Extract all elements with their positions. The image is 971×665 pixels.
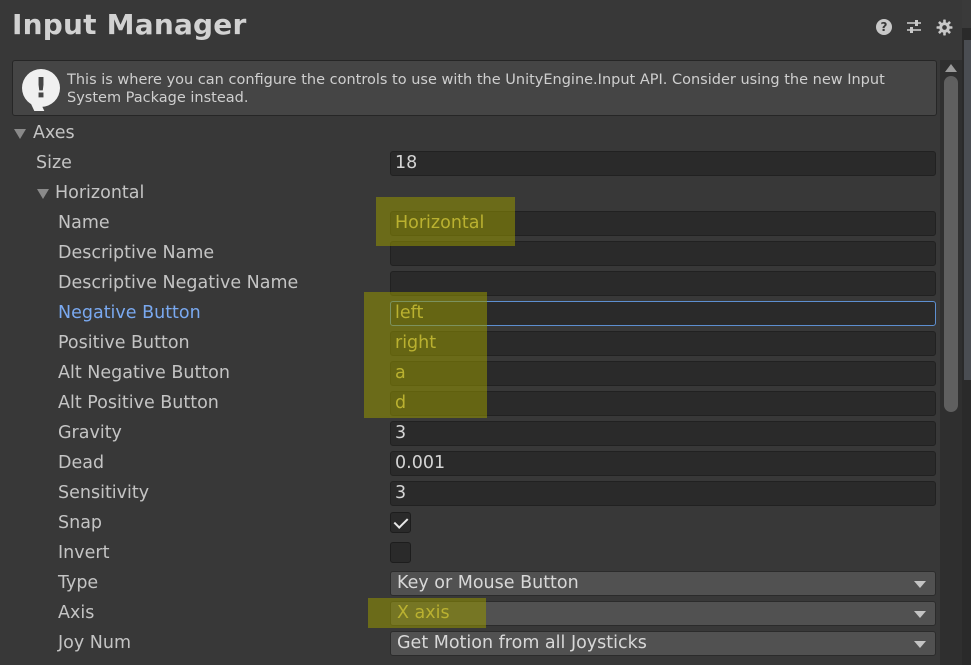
invert-checkbox[interactable] xyxy=(390,542,411,563)
name-label: Name xyxy=(58,213,110,233)
header-icons: ? xyxy=(875,18,953,36)
name-row: Name Horizontal xyxy=(0,209,971,239)
snap-row: Snap xyxy=(0,509,971,539)
positive-button-label: Positive Button xyxy=(58,333,190,353)
joy-num-row: Joy Num Get Motion from all Joysticks xyxy=(0,629,971,659)
size-field[interactable]: 18 xyxy=(390,151,936,176)
info-box: ! This is where you can configure the co… xyxy=(12,60,937,116)
axis-dropdown[interactable]: X axis xyxy=(390,601,936,626)
preset-sliders-icon[interactable] xyxy=(905,18,923,36)
positive-button-row: Positive Button right xyxy=(0,329,971,359)
name-field[interactable]: Horizontal xyxy=(390,211,936,236)
help-icon[interactable]: ? xyxy=(875,18,893,36)
dead-field[interactable]: 0.001 xyxy=(390,451,936,476)
scroll-up-arrow-icon[interactable] xyxy=(945,64,957,72)
descriptive-negative-name-label: Descriptive Negative Name xyxy=(58,273,299,293)
axis-row: Axis X axis xyxy=(0,599,971,629)
scroll-thumb[interactable] xyxy=(944,76,958,412)
positive-button-field[interactable]: right xyxy=(390,331,936,356)
descriptive-negative-name-row: Descriptive Negative Name xyxy=(0,269,971,299)
alt-positive-button-row: Alt Positive Button d xyxy=(0,389,971,419)
descriptive-negative-name-field[interactable] xyxy=(390,271,936,296)
dead-label: Dead xyxy=(58,453,105,473)
negative-button-label: Negative Button xyxy=(58,303,201,323)
settings-gear-icon[interactable] xyxy=(935,18,953,36)
joy-num-dropdown[interactable]: Get Motion from all Joysticks xyxy=(390,631,936,656)
alt-positive-button-label: Alt Positive Button xyxy=(58,393,219,413)
type-label: Type xyxy=(58,573,99,593)
type-dropdown[interactable]: Key or Mouse Button xyxy=(390,571,936,596)
vertical-scrollbar[interactable] xyxy=(940,60,962,665)
sensitivity-row: Sensitivity 3 xyxy=(0,479,971,509)
alt-negative-button-row: Alt Negative Button a xyxy=(0,359,971,389)
negative-button-field[interactable]: left xyxy=(390,301,936,326)
invert-row: Invert xyxy=(0,539,971,569)
size-row: Size 18 xyxy=(0,149,971,179)
warning-exclamation-icon: ! xyxy=(22,69,60,107)
alt-negative-button-label: Alt Negative Button xyxy=(58,363,230,383)
joy-num-label: Joy Num xyxy=(58,633,132,653)
descriptive-name-label: Descriptive Name xyxy=(58,243,215,263)
axis-label: Axis xyxy=(58,603,95,623)
dropdown-arrow-icon xyxy=(914,611,926,618)
window-title: Input Manager xyxy=(12,8,247,41)
gravity-label: Gravity xyxy=(58,423,122,443)
negative-button-row: Negative Button left xyxy=(0,299,971,329)
dropdown-arrow-icon xyxy=(914,581,926,588)
snap-checkbox[interactable] xyxy=(390,512,411,533)
horizontal-foldout[interactable]: Horizontal xyxy=(0,179,971,209)
sensitivity-field[interactable]: 3 xyxy=(390,481,936,506)
alt-positive-button-field[interactable]: d xyxy=(390,391,936,416)
foldout-arrow-icon[interactable] xyxy=(14,129,26,139)
info-text: This is where you can configure the cont… xyxy=(67,72,885,106)
gravity-field[interactable]: 3 xyxy=(390,421,936,446)
axes-foldout[interactable]: Axes xyxy=(0,119,971,149)
descriptive-name-field[interactable] xyxy=(390,241,936,266)
foldout-arrow-icon[interactable] xyxy=(37,189,49,199)
size-label: Size xyxy=(36,153,72,173)
dead-row: Dead 0.001 xyxy=(0,449,971,479)
axes-label: Axes xyxy=(33,123,75,143)
gravity-row: Gravity 3 xyxy=(0,419,971,449)
descriptive-name-row: Descriptive Name xyxy=(0,239,971,269)
horizontal-label: Horizontal xyxy=(55,183,145,203)
sensitivity-label: Sensitivity xyxy=(58,483,150,503)
type-row: Type Key or Mouse Button xyxy=(0,569,971,599)
snap-label: Snap xyxy=(58,513,103,533)
alt-negative-button-field[interactable]: a xyxy=(390,361,936,386)
adjacent-panel-edge xyxy=(962,0,971,665)
inspector-panel: Input Manager ? ! This is where you can … xyxy=(0,0,971,665)
dropdown-arrow-icon xyxy=(914,641,926,648)
invert-label: Invert xyxy=(58,543,110,563)
